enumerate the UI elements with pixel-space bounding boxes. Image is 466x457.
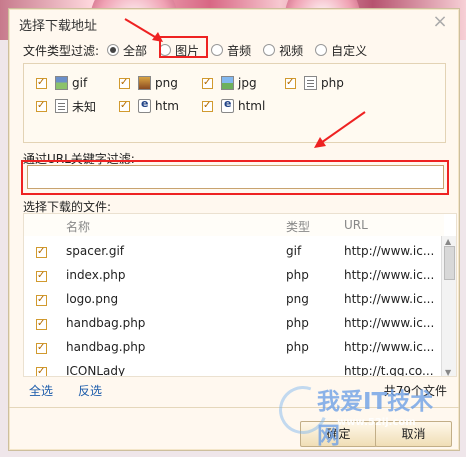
table-row[interactable]: handbag.php php http://www.ic...	[24, 312, 444, 335]
checkbox-checked-icon	[119, 76, 130, 90]
table-row[interactable]: logo.png png http://www.ic...	[24, 288, 444, 311]
type-column-header[interactable]: 类型	[286, 218, 310, 235]
checkbox-checked-icon[interactable]	[36, 293, 47, 307]
type-checkbox-jpg[interactable]: jpg	[202, 74, 257, 92]
radio-audio[interactable]: 音频	[211, 42, 251, 59]
file-name: handbag.php	[66, 316, 146, 330]
unknown-file-icon	[55, 99, 68, 113]
radio-unselected-icon	[315, 44, 328, 56]
download-file-table: 名称 类型 URL spacer.gifgifhttp://www.ic... …	[23, 213, 457, 377]
checkbox-checked-icon	[119, 99, 130, 113]
php-file-icon	[304, 76, 317, 90]
png-file-icon	[138, 76, 151, 90]
radio-selected-icon	[107, 44, 120, 56]
type-checkbox-html[interactable]: html	[202, 97, 265, 115]
radio-custom[interactable]: 自定义	[315, 42, 367, 59]
type-checkbox-gif[interactable]: gif	[36, 74, 87, 92]
scroll-thumb[interactable]	[444, 246, 455, 280]
table-row[interactable]: index.php php http://www.ic...	[24, 264, 444, 287]
htm-file-icon	[138, 97, 151, 113]
type-label-php: php	[321, 76, 344, 90]
type-checkbox-htm[interactable]: htm	[119, 97, 179, 115]
file-type: gif	[286, 244, 302, 258]
checkbox-checked-icon[interactable]	[36, 341, 47, 355]
file-url: http://www.ic...	[344, 292, 435, 306]
file-name: spacer.gif	[66, 244, 125, 258]
gif-file-icon	[55, 76, 68, 90]
file-table-scrollbar[interactable]: ▲ ▼	[441, 236, 456, 376]
checkbox-checked-icon	[202, 99, 213, 113]
type-checkbox-png[interactable]: png	[119, 74, 178, 92]
url-column-header[interactable]: URL	[344, 218, 368, 232]
file-name: handbag.php	[66, 340, 146, 354]
checkbox-checked-icon	[36, 99, 47, 113]
file-type: png	[286, 292, 309, 306]
invert-selection-link[interactable]: 反选	[78, 382, 102, 399]
checkbox-checked-icon	[285, 76, 296, 90]
checkbox-checked-icon	[36, 76, 47, 90]
file-type-filter-label: 文件类型过滤:	[23, 43, 100, 58]
type-label-png: png	[155, 76, 178, 90]
radio-all[interactable]: 全部	[107, 42, 147, 59]
file-name: ICONLady	[66, 364, 126, 377]
file-type-checkbox-panel: gif png jpg php 未知 htm html	[23, 63, 446, 143]
file-url: http://www.ic...	[344, 268, 435, 282]
type-label-unknown: 未知	[72, 99, 97, 114]
scroll-down-icon[interactable]: ▼	[445, 368, 451, 376]
table-header: 名称 类型 URL	[24, 214, 444, 236]
url-filter-input[interactable]	[27, 165, 444, 189]
radio-unselected-icon	[211, 44, 224, 56]
file-type: php	[286, 268, 309, 282]
footer-divider	[9, 407, 459, 408]
image-option-highlight	[159, 36, 208, 58]
checkbox-checked-icon[interactable]	[36, 245, 47, 259]
type-checkbox-unknown[interactable]: 未知	[36, 97, 96, 115]
jpg-file-icon	[221, 76, 234, 90]
table-row[interactable]: spacer.gif gif http://www.ic...	[24, 240, 444, 263]
radio-video[interactable]: 视频	[263, 42, 303, 59]
checkbox-checked-icon[interactable]	[36, 317, 47, 331]
file-name: logo.png	[66, 292, 119, 306]
radio-custom-label: 自定义	[331, 43, 368, 58]
file-url: http://www.ic...	[344, 244, 435, 258]
download-address-dialog: 选择下载地址 × 文件类型过滤: 全部 图片 音频 视频 自定义 gif png…	[8, 8, 460, 451]
confirm-button[interactable]: 确定	[300, 421, 377, 447]
type-label-htm: htm	[155, 99, 179, 113]
select-all-link[interactable]: 全选	[29, 382, 53, 399]
type-label-gif: gif	[72, 76, 88, 90]
file-url: http://www.ic...	[344, 340, 435, 354]
type-label-html: html	[238, 99, 266, 113]
type-checkbox-php[interactable]: php	[285, 74, 344, 92]
dialog-title: 选择下载地址	[19, 19, 98, 34]
radio-all-label: 全部	[123, 43, 148, 58]
file-count: 共79个文件	[383, 384, 447, 398]
checkbox-checked-icon[interactable]	[36, 269, 47, 283]
file-url: http://t.qq.co...	[344, 364, 434, 377]
type-label-jpg: jpg	[238, 76, 257, 90]
html-file-icon	[221, 97, 234, 113]
table-row[interactable]: handbag.php php http://www.ic...	[24, 336, 444, 359]
radio-audio-label: 音频	[227, 43, 252, 58]
name-column-header[interactable]: 名称	[66, 218, 90, 235]
cancel-button[interactable]: 取消	[375, 421, 452, 447]
checkbox-checked-icon[interactable]	[36, 365, 47, 376]
checkbox-checked-icon	[202, 76, 213, 90]
file-type: php	[286, 316, 309, 330]
table-row[interactable]: ICONLady http://t.qq.co...	[24, 360, 444, 377]
radio-video-label: 视频	[279, 43, 304, 58]
scroll-up-icon[interactable]: ▲	[445, 237, 451, 246]
file-name: index.php	[66, 268, 126, 282]
radio-unselected-icon	[263, 44, 276, 56]
file-url: http://www.ic...	[344, 316, 435, 330]
screenshot-stage: 选择下载地址 × 文件类型过滤: 全部 图片 音频 视频 自定义 gif png…	[0, 0, 466, 457]
close-icon[interactable]: ×	[431, 13, 449, 31]
file-type: php	[286, 340, 309, 354]
